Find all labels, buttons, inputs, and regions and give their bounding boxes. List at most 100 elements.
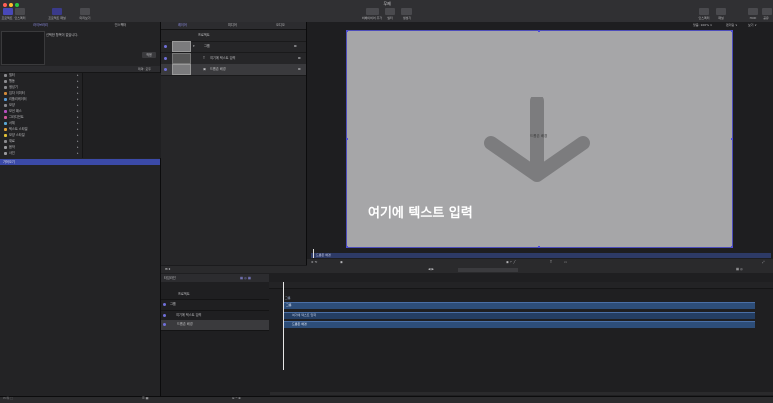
chevron-right-icon: ▸ (77, 109, 79, 113)
chevron-right-icon: ▸ (77, 97, 79, 101)
timeline-bar-text[interactable] (284, 312, 755, 319)
timeline-label-dropzone: 드롭존 배경 (177, 322, 193, 326)
library-category-text-styles[interactable]: 텍스트 스타일 (4, 127, 82, 132)
panel-toggle-button[interactable] (716, 8, 726, 15)
timeline-label-text: 여기에 텍스트 입력 (176, 313, 202, 317)
timeline-visibility-checkbox[interactable] (163, 303, 166, 306)
tab-layers[interactable]: 레이어 (178, 23, 187, 27)
inspector-pane-button[interactable] (15, 8, 25, 15)
preview-button[interactable] (80, 8, 90, 15)
folder-icon[interactable]: ▭ ⎘ ⬚ (3, 396, 13, 400)
layer-thumbnail (172, 53, 191, 64)
library-category-behaviors[interactable]: 행동 (4, 79, 82, 84)
select-tool-icon[interactable]: ➤ ⟲ (311, 260, 317, 264)
timeline-visibility-checkbox[interactable] (163, 323, 166, 326)
timeline-bar-group[interactable] (284, 302, 755, 309)
timeline-label-project: 프로젝트 (178, 292, 190, 296)
inspector-toggle-button[interactable] (699, 8, 709, 15)
lock-icon[interactable]: ⊠ (298, 67, 301, 71)
disclosure-triangle-icon[interactable]: ▾ (193, 44, 195, 48)
library-category-shapes[interactable]: 모양 (4, 103, 82, 108)
selection-handle[interactable] (346, 138, 348, 140)
tab-audio[interactable]: 오디오 (276, 23, 285, 27)
mini-playhead[interactable] (313, 249, 314, 258)
layer-visibility-checkbox[interactable] (164, 57, 167, 60)
timecode-field[interactable] (458, 268, 518, 272)
layer-visibility-checkbox[interactable] (164, 68, 167, 71)
chevron-right-icon: ▸ (77, 79, 79, 83)
inspector-pane-label: 인스펙터 (14, 16, 26, 20)
timeline-view-icon[interactable]: ▦ ◎ ▦ (240, 276, 251, 280)
layer-visibility-checkbox[interactable] (164, 45, 167, 48)
timeline-header (161, 274, 269, 282)
hud-button[interactable] (748, 8, 758, 15)
library-category-particles[interactable]: 입자 이미터 (4, 91, 82, 96)
generator-button[interactable] (401, 8, 412, 15)
play-icon[interactable]: ◀ ▶ (428, 267, 434, 271)
share-button[interactable] (762, 8, 772, 15)
project-pane-button[interactable] (3, 8, 13, 15)
zoom-slider-icon[interactable]: ⊖ ─ ⊕ (232, 396, 241, 400)
canvas-text[interactable]: 여기에 텍스트 입력 (368, 202, 473, 221)
timeline-row-group[interactable] (161, 300, 269, 311)
selection-handle[interactable] (731, 138, 733, 140)
selection-handle[interactable] (731, 246, 733, 248)
library-category-materials[interactable]: 재료 (4, 139, 82, 144)
canvas[interactable]: 드롭존 배경 여기에 텍스트 입력 (346, 30, 733, 248)
library-category-filters[interactable]: 필터 (4, 73, 82, 78)
library-category-replicators[interactable]: 리플리케이터 (4, 97, 82, 102)
timeline-scrollbar[interactable] (270, 392, 773, 395)
chevron-right-icon: ▸ (77, 85, 79, 89)
zoom-window-button[interactable] (15, 3, 19, 7)
list-view-icon[interactable]: ☰ ▦ (142, 396, 148, 400)
timeline-title: 타임라인 (164, 276, 176, 280)
close-window-button[interactable] (3, 3, 7, 7)
text-tool-icon[interactable]: T (550, 260, 552, 264)
timeline-bar-dropzone[interactable] (284, 321, 755, 328)
panel-toggle-label: 패널 (718, 16, 724, 20)
timeline-ruler[interactable] (269, 282, 773, 289)
timeline-bar-label: 여기에 텍스트 입력 (292, 313, 316, 317)
timeline-visibility-checkbox[interactable] (163, 314, 166, 317)
render-popup[interactable]: 렌더링 ∨ (726, 23, 737, 27)
fullscreen-icon[interactable]: ⤢ (762, 260, 765, 264)
library-category-shape-styles[interactable]: 모양 스타일 (4, 133, 82, 138)
theme-popup[interactable]: 테마: 모두 (138, 67, 151, 71)
library-category-gradients[interactable]: 그라디언트 (4, 115, 82, 120)
tab-inspector[interactable]: 인스펙터 (94, 22, 147, 29)
minimize-window-button[interactable] (9, 3, 13, 7)
lock-icon[interactable]: ⊠ (298, 56, 301, 60)
dropzone-icon: ▣ (203, 67, 207, 71)
library-category-fonts[interactable]: 서체 (4, 121, 82, 126)
selection-handle[interactable] (538, 246, 540, 248)
view-popup[interactable]: 보기 ∨ (748, 23, 757, 27)
library-category-music[interactable]: 음악 (4, 145, 82, 150)
selection-handle[interactable] (731, 30, 733, 32)
mask-tool-icon[interactable]: ▭ (564, 260, 567, 264)
layer-label-text: 여기에 텍스트 입력 (210, 56, 236, 60)
selection-handle[interactable] (538, 30, 540, 32)
library-category-motion-paths[interactable]: 모션 패스 (4, 109, 82, 114)
lock-icon[interactable]: ⊠ (294, 44, 297, 48)
library-selected-row[interactable]: 가져오기 (0, 159, 160, 165)
shape-tool-icon[interactable]: ◉ ⌐ ╱ (506, 260, 515, 264)
filter-label: 필터 (387, 16, 393, 20)
record-icon[interactable]: ⊞ ⏺ (165, 267, 170, 271)
transform-tool-icon[interactable]: ◉ (340, 260, 343, 264)
add-behavior-button[interactable] (366, 8, 379, 15)
filter-button[interactable] (385, 8, 395, 15)
mini-timeline-track[interactable] (311, 253, 771, 258)
tab-library[interactable]: 라이브러리 (14, 22, 67, 29)
library-category-generators[interactable]: 생성기 (4, 85, 82, 90)
apply-button[interactable]: 적용 (142, 52, 156, 58)
library-category-photos[interactable]: 사진 (4, 151, 82, 156)
selection-handle[interactable] (346, 246, 348, 248)
project-panel-button[interactable] (52, 8, 62, 15)
generator-label: 생성기 (402, 16, 412, 20)
timeline-label-group: 그룹 (170, 302, 176, 306)
selection-handle[interactable] (346, 30, 348, 32)
zoom-popup[interactable]: 맞춤: 100% ∨ (693, 23, 712, 27)
tab-media[interactable]: 미디어 (228, 23, 237, 27)
mini-timeline-label: 드롭존 배경 (316, 253, 331, 257)
timeline-options-icon[interactable]: ▦ ◎ (736, 267, 743, 271)
